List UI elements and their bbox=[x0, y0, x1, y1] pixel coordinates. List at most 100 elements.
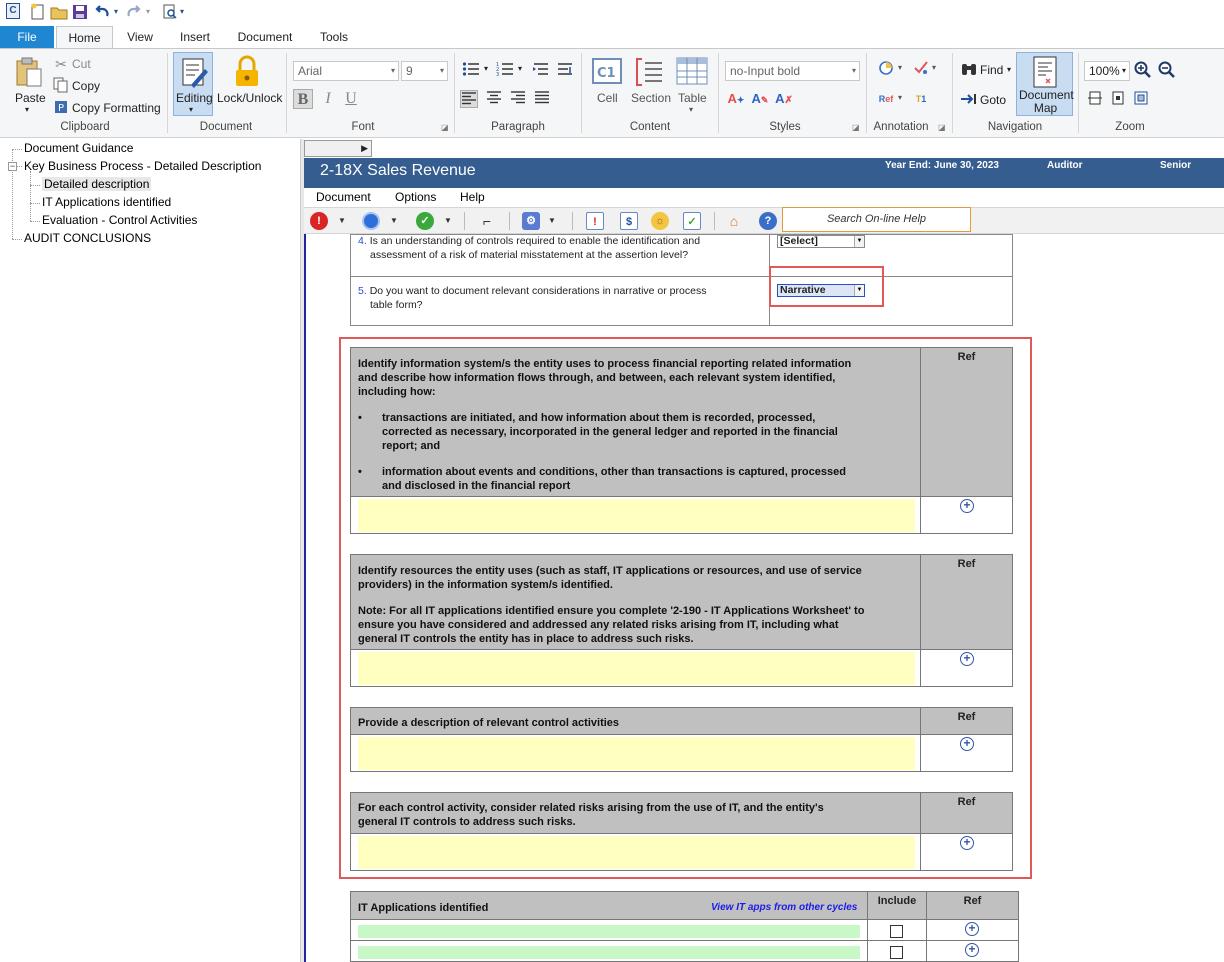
copy-formatting-button[interactable]: Copy Formatting bbox=[72, 101, 161, 115]
it-app-row-2-add-ref-icon[interactable]: + bbox=[965, 943, 979, 957]
zoom-select[interactable]: 100% ▾ bbox=[1084, 61, 1130, 81]
checklist-doc-icon[interactable]: ✓ bbox=[683, 212, 701, 230]
tab-insert[interactable]: Insert bbox=[170, 26, 220, 48]
tree-item-document-guidance[interactable]: Document Guidance bbox=[24, 141, 133, 155]
it-app-row-1-input[interactable] bbox=[358, 925, 860, 938]
section-3-answer-input[interactable] bbox=[358, 737, 915, 770]
document-tab-scroller[interactable]: ▶ bbox=[304, 140, 372, 157]
new-document-icon[interactable] bbox=[30, 3, 46, 21]
copy-button[interactable]: Copy bbox=[72, 79, 100, 93]
save-icon[interactable] bbox=[72, 3, 88, 21]
editing-dropdown-arrow[interactable]: ▾ bbox=[189, 105, 193, 114]
collapse-toggle-icon[interactable]: − bbox=[8, 162, 17, 171]
style-clear-icon[interactable]: A✗ bbox=[775, 90, 793, 108]
align-left-icon[interactable] bbox=[460, 90, 478, 108]
doc-menu-options[interactable]: Options bbox=[395, 190, 436, 204]
tree-item-evaluation-control-activities[interactable]: Evaluation - Control Activities bbox=[42, 213, 197, 227]
align-center-icon[interactable] bbox=[485, 90, 503, 108]
undo-icon[interactable] bbox=[94, 3, 110, 21]
section-1-add-ref-icon[interactable]: + bbox=[960, 499, 974, 513]
redo-icon[interactable] bbox=[126, 3, 142, 21]
table-icon[interactable] bbox=[676, 57, 710, 87]
align-right-icon[interactable] bbox=[509, 90, 527, 108]
customize-toolbar-arrow[interactable]: ▾ bbox=[180, 3, 184, 21]
document-map-button[interactable]: Document Map bbox=[1016, 52, 1074, 116]
annotation-circle-icon[interactable] bbox=[877, 60, 895, 78]
dollar-doc-icon[interactable]: $ bbox=[620, 212, 638, 230]
it-app-row-1-include-checkbox[interactable] bbox=[890, 925, 903, 938]
font-dialog-launcher-icon[interactable]: ◪ bbox=[441, 124, 449, 132]
open-folder-icon[interactable] bbox=[50, 3, 68, 21]
reference-icon[interactable]: Ref bbox=[877, 90, 895, 108]
alert-doc-icon[interactable]: ! bbox=[586, 212, 604, 230]
paste-icon[interactable] bbox=[12, 55, 46, 89]
question-4-select[interactable]: [Select] ▼ bbox=[777, 235, 865, 248]
cut-button[interactable]: Cut bbox=[72, 57, 91, 71]
justify-icon[interactable] bbox=[533, 90, 551, 108]
section-2-answer-input[interactable] bbox=[358, 652, 915, 685]
doc-menu-help[interactable]: Help bbox=[460, 190, 485, 204]
home-icon[interactable]: ⌂ bbox=[725, 212, 743, 230]
section-1-answer-input[interactable] bbox=[358, 499, 915, 532]
exclamation-dropdown-arrow[interactable]: ▼ bbox=[338, 212, 346, 230]
paste-dropdown-arrow[interactable]: ▾ bbox=[25, 105, 29, 114]
section-4-add-ref-icon[interactable]: + bbox=[960, 836, 974, 850]
undo-dropdown-arrow[interactable]: ▾ bbox=[114, 3, 118, 21]
find-button[interactable]: Find bbox=[980, 63, 1003, 77]
tree-item-key-business-process[interactable]: Key Business Process - Detailed Descript… bbox=[24, 159, 261, 173]
section-4-answer-input[interactable] bbox=[358, 836, 915, 869]
zoom-out-icon[interactable] bbox=[1158, 61, 1176, 79]
binoculars-icon[interactable] bbox=[960, 61, 978, 79]
bullet-list-dropdown-arrow[interactable]: ▾ bbox=[484, 64, 488, 73]
sun-icon[interactable]: ☼ bbox=[651, 212, 669, 230]
print-preview-icon[interactable] bbox=[162, 3, 178, 21]
bullet-list-icon[interactable] bbox=[462, 61, 480, 79]
it-app-row-1-add-ref-icon[interactable]: + bbox=[965, 922, 979, 936]
exclamation-icon[interactable]: ! bbox=[310, 212, 328, 230]
redo-dropdown-arrow[interactable]: ▾ bbox=[146, 3, 150, 21]
cell-button[interactable]: Cell bbox=[597, 91, 618, 105]
copy-icon[interactable] bbox=[52, 77, 70, 95]
zoom-in-icon[interactable] bbox=[1134, 61, 1152, 79]
status-circle-icon[interactable] bbox=[362, 212, 380, 230]
annotation-circle-dropdown-arrow[interactable]: ▾ bbox=[898, 63, 902, 72]
view-it-apps-link[interactable]: View IT apps from other cycles bbox=[711, 902, 857, 913]
whole-page-icon[interactable] bbox=[1109, 90, 1127, 108]
it-app-row-2-include-checkbox[interactable] bbox=[890, 946, 903, 959]
tick-mark-dropdown-arrow[interactable]: ▾ bbox=[932, 63, 936, 72]
status-dropdown-arrow[interactable]: ▼ bbox=[390, 212, 398, 230]
tab-view[interactable]: View bbox=[118, 26, 162, 48]
section-2-add-ref-icon[interactable]: + bbox=[960, 652, 974, 666]
goto-icon[interactable] bbox=[960, 91, 978, 109]
styles-dialog-launcher-icon[interactable]: ◪ bbox=[852, 124, 860, 132]
tickmark-legend-icon[interactable]: T1 bbox=[912, 90, 930, 108]
cut-icon[interactable]: ✂ bbox=[52, 55, 70, 73]
tab-home[interactable]: Home bbox=[56, 26, 113, 48]
tab-tools[interactable]: Tools bbox=[312, 26, 356, 48]
bold-button[interactable]: B bbox=[293, 89, 313, 109]
section-button[interactable]: Section bbox=[631, 91, 671, 105]
it-app-row-2-input[interactable] bbox=[358, 946, 860, 959]
help-question-icon[interactable]: ? bbox=[759, 212, 777, 230]
italic-button[interactable]: I bbox=[319, 89, 337, 109]
search-online-help-input[interactable]: Search On-line Help bbox=[782, 207, 971, 232]
paste-button[interactable]: Paste bbox=[15, 91, 46, 105]
underline-button[interactable]: U bbox=[342, 89, 360, 109]
checkmark-icon[interactable]: ✓ bbox=[416, 212, 434, 230]
style-apply-icon[interactable]: A✦ bbox=[727, 90, 745, 108]
font-family-select[interactable]: Arial ▾ bbox=[293, 61, 399, 81]
font-size-select[interactable]: 9 ▾ bbox=[401, 61, 448, 81]
goto-button[interactable]: Goto bbox=[980, 93, 1006, 107]
checkmark-dropdown-arrow[interactable]: ▼ bbox=[444, 212, 452, 230]
numbered-list-dropdown-arrow[interactable]: ▾ bbox=[518, 64, 522, 73]
tick-mark-icon[interactable] bbox=[912, 60, 930, 78]
find-dropdown-arrow[interactable]: ▾ bbox=[1007, 65, 1011, 74]
lock-unlock-button[interactable]: Lock/Unlock bbox=[217, 91, 282, 105]
lock-icon[interactable] bbox=[230, 54, 264, 88]
cell-icon[interactable]: C1 bbox=[591, 57, 625, 87]
numbered-list-icon[interactable]: 123 bbox=[496, 61, 514, 79]
tree-item-detailed-description[interactable]: Detailed description bbox=[42, 177, 152, 191]
section-icon[interactable] bbox=[634, 57, 668, 87]
tree-item-it-applications[interactable]: IT Applications identified bbox=[42, 195, 171, 209]
gear-stack-icon[interactable]: ⚙ bbox=[522, 212, 540, 230]
